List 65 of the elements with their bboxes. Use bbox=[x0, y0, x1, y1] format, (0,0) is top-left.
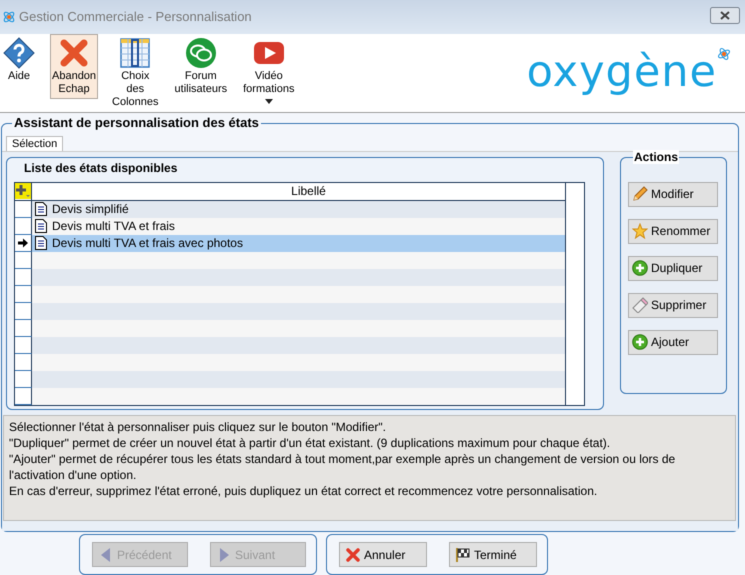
toolbar-button[interactable]: Choix des Colonnes bbox=[110, 34, 161, 112]
table-icon bbox=[119, 36, 152, 69]
document-icon bbox=[35, 236, 47, 250]
add-column-icon[interactable] bbox=[15, 183, 31, 200]
add-icon bbox=[632, 334, 648, 350]
row-selector[interactable] bbox=[15, 370, 32, 388]
table-cell-text: Devis multi TVA et frais avec photos bbox=[52, 234, 244, 252]
row-selector[interactable] bbox=[15, 336, 32, 354]
toolbar-label: Aide bbox=[8, 70, 30, 83]
toolbar-label: Abandon Echap bbox=[52, 70, 96, 96]
table-cell-text: Devis multi TVA et frais bbox=[52, 218, 176, 235]
row-selector[interactable] bbox=[15, 268, 32, 286]
action-button[interactable]: Dupliquer bbox=[628, 256, 718, 281]
help-text: En cas d'erreur, supprimez l'état erroné, puis dupliquez un état correct et recommencez votre personnalisation. bbox=[9, 482, 598, 499]
help-text: "Ajouter" permet de récupérer tous les états standard à tout moment,par exemple après un changement de version ou lors de l'activation d'une option. bbox=[9, 450, 676, 483]
window-title: Gestion Commerciale - Personnalisation bbox=[19, 9, 253, 24]
toolbar-button[interactable]: Vidéo formations bbox=[241, 34, 296, 107]
nav-button[interactable]: Annuler bbox=[339, 542, 427, 567]
document-icon bbox=[35, 219, 47, 234]
add-icon bbox=[632, 260, 648, 276]
star-icon bbox=[632, 223, 648, 240]
toolbar-label: Vidéo formations bbox=[243, 70, 294, 96]
action-button[interactable]: Supprimer bbox=[628, 292, 718, 318]
wizard-title: Assistant de personnalisation des états bbox=[12, 114, 261, 130]
toolbar-label: Forum utilisateurs bbox=[174, 70, 228, 96]
arrow-icon bbox=[18, 238, 28, 248]
close-button[interactable] bbox=[710, 7, 740, 24]
action-button[interactable]: Ajouter bbox=[628, 330, 718, 355]
table-cell-text: Devis simplifié bbox=[52, 200, 130, 218]
help-text: "Dupliquer" permet de créer un nouvel état à partir d'un état existant. (9 duplications maximum pour chaque état). bbox=[9, 434, 612, 451]
row-selector[interactable] bbox=[15, 388, 32, 405]
atom-icon bbox=[2, 10, 16, 24]
row-selector[interactable] bbox=[15, 200, 32, 218]
flag-icon bbox=[455, 546, 471, 562]
logo-text: oxygène bbox=[526, 46, 717, 98]
row-selector[interactable] bbox=[15, 286, 32, 303]
close-icon bbox=[345, 546, 361, 562]
atom-icon bbox=[717, 46, 731, 62]
row-selector[interactable] bbox=[15, 320, 32, 337]
toolbar-label: Choix des Colonnes bbox=[112, 70, 159, 109]
row-selector[interactable] bbox=[15, 302, 32, 320]
help-text: Sélectionner l'état à personnaliser puis cliquez sur le bouton "Modifier". bbox=[9, 418, 388, 435]
document-icon bbox=[35, 202, 47, 216]
tab[interactable]: Sélection bbox=[6, 136, 64, 151]
help-icon bbox=[3, 36, 35, 69]
table-row[interactable]: Devis multi TVA et frais bbox=[15, 218, 565, 235]
table-row[interactable]: Devis multi TVA et frais avec photos bbox=[15, 234, 565, 252]
list-title: Liste des états disponibles bbox=[24, 160, 178, 175]
action-button[interactable]: Renommer bbox=[628, 218, 718, 244]
nav-button[interactable]: Terminé bbox=[449, 542, 537, 567]
chat-icon bbox=[184, 36, 217, 69]
toolbar-button[interactable]: Aide bbox=[0, 34, 38, 86]
row-selector[interactable] bbox=[15, 252, 32, 269]
toolbar-button[interactable]: Forum utilisateurs bbox=[172, 34, 230, 99]
column-header[interactable]: Libellé bbox=[52, 182, 565, 200]
action-button[interactable]: Modifier bbox=[628, 182, 718, 207]
eraser-icon bbox=[632, 297, 648, 314]
row-selector[interactable] bbox=[15, 234, 32, 252]
actions-title: Actions bbox=[633, 150, 680, 164]
close-icon bbox=[58, 36, 90, 69]
pencil-icon bbox=[632, 186, 648, 202]
row-selector[interactable] bbox=[15, 218, 32, 235]
toolbar-button[interactable]: Abandon Echap bbox=[50, 34, 98, 99]
table-row[interactable]: Devis simplifié bbox=[15, 200, 565, 218]
row-selector[interactable] bbox=[15, 354, 32, 371]
